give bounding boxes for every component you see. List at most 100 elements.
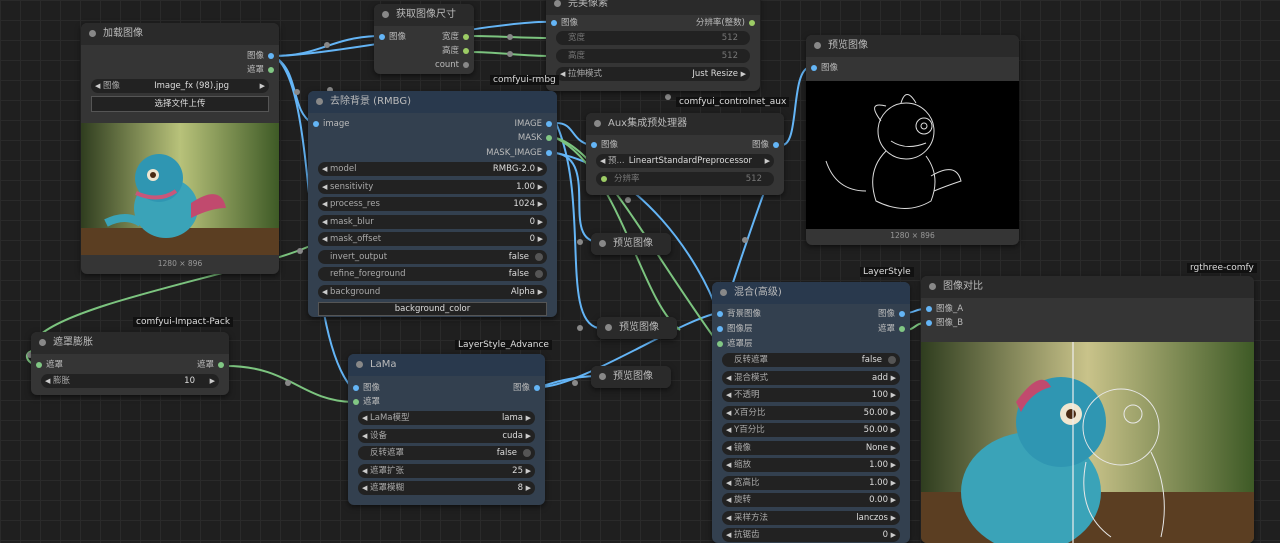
upload-button[interactable]: 选择文件上传	[91, 96, 269, 112]
arrow-right-icon[interactable]: ▶	[891, 371, 896, 385]
collapse-dot-icon[interactable]	[356, 361, 363, 368]
arrow-right-icon[interactable]: ▶	[526, 464, 531, 478]
arrow-left-icon[interactable]: ◀	[362, 464, 367, 478]
widget-2[interactable]: 反转遮罩 false	[358, 446, 535, 460]
arrow-right-icon[interactable]: ▶	[891, 441, 896, 455]
widget-1[interactable]: ◀ sensitivity 1.00 ▶	[318, 179, 547, 194]
collapse-dot-icon[interactable]	[89, 30, 96, 37]
load-image-node[interactable]: 加载图像 图像 遮罩 ◀ 图像 Image_fx (98).jpg ▶ 选择文件上传 …	[81, 23, 279, 274]
output-mask[interactable]: 遮罩	[81, 64, 279, 76]
socket-icon[interactable]	[546, 121, 552, 127]
preview-image-collapsed-2[interactable]: 预览图像	[597, 317, 677, 339]
output-mask[interactable]: MASK	[308, 132, 557, 144]
arrow-left-icon[interactable]: ◀	[322, 180, 327, 194]
node-title[interactable]: 完美像素	[546, 0, 760, 15]
node-title[interactable]: 去除背景 (RMBG)	[308, 91, 557, 113]
arrow-left-icon[interactable]: ◀	[560, 67, 565, 81]
arrow-left-icon[interactable]: ◀	[45, 374, 50, 388]
output-image[interactable]: 图像	[81, 50, 279, 62]
socket-icon[interactable]	[717, 341, 723, 347]
arrow-left-icon[interactable]: ◀	[726, 441, 731, 455]
arrow-left-icon[interactable]: ◀	[322, 197, 327, 211]
node-title[interactable]: Aux集成预处理器	[586, 113, 784, 135]
socket-icon[interactable]	[926, 320, 932, 326]
widget-7[interactable]: ◀ background Alpha ▶	[318, 284, 547, 299]
socket-icon[interactable]	[546, 150, 552, 156]
width-field[interactable]: 宽度 512	[556, 31, 750, 45]
socket-icon[interactable]	[218, 362, 224, 368]
arrow-left-icon[interactable]: ◀	[600, 154, 605, 168]
arrow-right-icon[interactable]: ▶	[538, 162, 543, 176]
toggle-icon[interactable]	[523, 449, 531, 457]
arrow-left-icon[interactable]: ◀	[322, 162, 327, 176]
background-color-button[interactable]: background_color	[318, 302, 547, 316]
output-height[interactable]: 高度	[374, 45, 474, 57]
widget-3[interactable]: ◀ X百分比 50.00 ▶	[722, 405, 900, 420]
arrow-right-icon[interactable]: ▶	[260, 79, 265, 93]
widget-4[interactable]: ◀ mask_offset 0 ▶	[318, 232, 547, 246]
output-mask-image[interactable]: MASK_IMAGE	[308, 147, 557, 159]
arrow-left-icon[interactable]: ◀	[726, 528, 731, 542]
resolution-field[interactable]: 分辨率 512	[596, 172, 774, 186]
image-select[interactable]: ◀ 图像 Image_fx (98).jpg ▶	[91, 79, 269, 93]
socket-icon[interactable]	[811, 65, 817, 71]
output-resolution[interactable]: 分辨率(整数)	[546, 17, 760, 29]
node-title[interactable]: 遮罩膨胀	[31, 332, 229, 354]
toggle-icon[interactable]	[535, 252, 543, 261]
output-image[interactable]: 图像	[348, 382, 545, 394]
mode-select[interactable]: ◀ 拉伸模式 Just Resize ▶	[556, 67, 750, 81]
widget-4[interactable]: ◀ 遮罩模糊 8 ▶	[358, 481, 535, 495]
arrow-left-icon[interactable]: ◀	[726, 371, 731, 385]
node-title[interactable]: 获取图像尺寸	[374, 4, 474, 26]
socket-icon[interactable]	[463, 62, 469, 68]
toggle-icon[interactable]	[535, 270, 543, 278]
socket-icon[interactable]	[268, 53, 274, 59]
socket-icon[interactable]	[899, 311, 905, 317]
socket-icon[interactable]	[899, 326, 905, 332]
socket-icon[interactable]	[749, 20, 755, 26]
arrow-left-icon[interactable]: ◀	[726, 458, 731, 472]
arrow-right-icon[interactable]: ▶	[526, 429, 531, 443]
widget-4[interactable]: ◀ Y百分比 50.00 ▶	[722, 423, 900, 437]
node-title[interactable]: 图像对比	[921, 276, 1254, 298]
input-mask[interactable]: 遮罩	[348, 396, 545, 408]
arrow-left-icon[interactable]: ◀	[726, 511, 731, 525]
arrow-left-icon[interactable]: ◀	[362, 481, 367, 495]
output-image[interactable]: 图像	[712, 308, 910, 320]
arrow-right-icon[interactable]: ▶	[891, 476, 896, 490]
collapse-dot-icon[interactable]	[929, 283, 936, 290]
collapse-dot-icon[interactable]	[720, 289, 727, 296]
collapse-dot-icon[interactable]	[554, 0, 561, 7]
input-layer-mask[interactable]: 遮罩层	[712, 338, 910, 350]
widget-0[interactable]: ◀ LaMa模型 lama ▶	[358, 411, 535, 425]
arrow-right-icon[interactable]: ▶	[538, 197, 543, 211]
compare-preview[interactable]	[921, 342, 1254, 543]
widget-6[interactable]: ◀ 缩放 1.00 ▶	[722, 458, 900, 472]
toggle-icon[interactable]	[888, 356, 896, 364]
arrow-right-icon[interactable]: ▶	[210, 374, 215, 388]
arrow-left-icon[interactable]: ◀	[726, 476, 731, 490]
widget-8[interactable]: ◀ 旋转 0.00 ▶	[722, 493, 900, 507]
collapse-dot-icon[interactable]	[599, 240, 606, 247]
lama-node[interactable]: LaMa 图像 图像 遮罩 ◀ LaMa模型 lama ▶ ◀ 设备 cuda ▶ 反转遮罩 fa…	[348, 354, 545, 505]
arrow-right-icon[interactable]: ▶	[526, 411, 531, 425]
widget-2[interactable]: ◀ process_res 1024 ▶	[318, 197, 547, 211]
socket-icon[interactable]	[353, 399, 359, 405]
arrow-right-icon[interactable]: ▶	[765, 154, 770, 168]
node-title[interactable]: 预览图像	[597, 317, 677, 339]
widget-5[interactable]: invert_output false	[318, 249, 547, 264]
get-image-size-node[interactable]: 获取图像尺寸 图像 宽度 高度 count	[374, 4, 474, 74]
arrow-right-icon[interactable]: ▶	[891, 493, 896, 507]
aux-preprocessor-node[interactable]: Aux集成预处理器 图像 图像 ◀ 预... LineartStandardPrep…	[586, 113, 784, 195]
mask-grow-node[interactable]: 遮罩膨胀 遮罩 遮罩 ◀ 膨胀 10 ▶	[31, 332, 229, 395]
arrow-left-icon[interactable]: ◀	[726, 406, 731, 420]
collapse-dot-icon[interactable]	[599, 373, 606, 380]
collapse-dot-icon[interactable]	[382, 11, 389, 18]
output-width[interactable]: 宽度	[374, 31, 474, 43]
arrow-right-icon[interactable]: ▶	[891, 511, 896, 525]
widget-10[interactable]: ◀ 抗锯齿 0 ▶	[722, 528, 900, 542]
input-image[interactable]: 图像	[806, 62, 1019, 74]
socket-icon[interactable]	[773, 142, 779, 148]
rmbg-node[interactable]: 去除背景 (RMBG) image IMAGE MASK MASK_IMAGE …	[308, 91, 557, 317]
output-mask[interactable]: 遮罩	[712, 323, 910, 335]
